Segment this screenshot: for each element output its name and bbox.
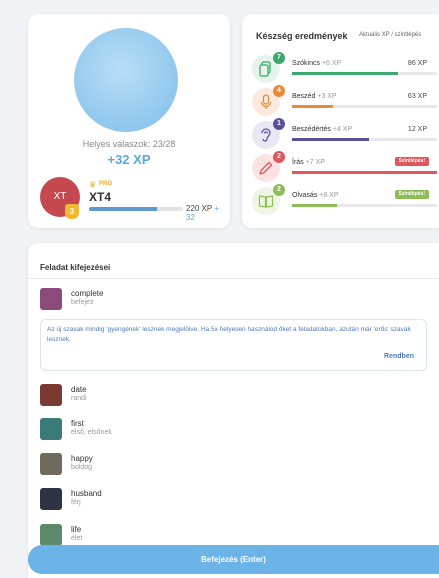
skill-progress-fill [292, 105, 333, 108]
translation: férj [71, 499, 81, 506]
word-thumbnail [40, 384, 62, 406]
skill-progress-fill [292, 204, 337, 207]
skill-progress-bar [292, 138, 437, 141]
crown-icon: ♛ [89, 180, 97, 189]
translation: első, elsőnek [71, 429, 112, 436]
word: happy [71, 454, 93, 463]
skill-value: 86 XP [407, 60, 427, 67]
xp-total: 220 XP + 32 [186, 204, 230, 222]
list-item[interactable]: first első, elsőnek [40, 418, 420, 444]
skill-label: Írás [292, 159, 304, 166]
xp-gain: +32 XP [107, 152, 151, 167]
skill-row-writing: 2 Írás +7 XP Szintlépés! [252, 151, 439, 186]
skill-progress-bar [292, 72, 437, 75]
skill-progress-fill [292, 72, 398, 75]
skill-level-badge: 4 [273, 85, 285, 97]
skills-subtitle: Aktuális XP / szintlépés [359, 32, 422, 38]
skill-progress-fill [292, 138, 369, 141]
username: XT4 [89, 190, 112, 204]
skill-level-badge: 1 [273, 118, 285, 130]
word: husband [71, 489, 102, 498]
pro-label: PRO [99, 181, 113, 187]
translation: élet [71, 535, 83, 542]
divider [28, 278, 439, 279]
skill-name: Olvasás +8 XP [292, 192, 339, 199]
word-thumbnail [40, 453, 62, 475]
result-card: Helyes válaszok: 23/28 +32 XP XT 3 ♛ PRO… [28, 14, 230, 228]
skill-value: 12 XP [407, 126, 427, 133]
word: life [71, 525, 82, 534]
skill-row-speaking: 4 Beszéd +3 XP 63 XP [252, 85, 439, 120]
notice-text: Az új szavak mindig 'gyengének' lesznek … [47, 326, 411, 343]
skill-level-badge: 2 [273, 151, 285, 163]
skill-progress-bar [292, 171, 437, 174]
skill-label: Beszédértés [292, 126, 331, 133]
skill-level-badge: 7 [273, 52, 285, 64]
info-notice: Az új szavak mindig 'gyengének' lesznek … [40, 319, 427, 371]
xp-progress-bar [89, 207, 183, 211]
skill-row-vocabulary: 7 Szókincs +6 XP 86 XP [252, 52, 439, 87]
finish-button[interactable]: Befejezés (Enter) [28, 545, 439, 574]
skill-level-badge: 2 [273, 184, 285, 196]
level-up-tag: Szintlépés! [394, 190, 429, 199]
skill-progress-bar [292, 105, 437, 108]
skill-name: Szókincs +6 XP [292, 60, 341, 67]
correct-answers-label: Helyes válaszok: 23/28 [82, 139, 176, 149]
xp-total-value: 220 XP [186, 204, 213, 213]
skill-label: Beszéd [292, 93, 316, 100]
list-item[interactable]: date randi [40, 384, 420, 410]
level-up-tag: Szintlépés! [394, 157, 429, 166]
translation: boldog [71, 464, 93, 471]
xp-progress-fill [89, 207, 157, 211]
translation: befejez [71, 299, 94, 306]
ok-button[interactable]: Rendben [384, 353, 414, 360]
skills-title: Készség eredmények [256, 31, 348, 41]
skill-xp: +3 XP [317, 93, 337, 100]
skill-label: Olvasás [292, 192, 318, 199]
skill-row-reading: 2 Olvasás +8 XP Szintlépés! [252, 184, 439, 219]
skill-xp: +7 XP [305, 159, 325, 166]
word: complete [71, 289, 104, 298]
word-thumbnail [40, 488, 62, 510]
skill-row-listening: 1 Beszédértés +4 XP 12 XP [252, 118, 439, 153]
skill-progress-bar [292, 204, 437, 207]
result-circle [74, 28, 178, 132]
translation: randi [71, 395, 87, 402]
skill-progress-fill [292, 171, 437, 174]
list-item[interactable]: happy boldog [40, 453, 420, 479]
expressions-card: Feladat kifejezései complete befejez Az … [28, 243, 439, 578]
word: first [71, 419, 84, 428]
skill-xp: +8 XP [319, 192, 339, 199]
word-thumbnail [40, 524, 62, 546]
word-thumbnail [40, 288, 62, 310]
expressions-title: Feladat kifejezései [40, 263, 111, 272]
skills-card: Készség eredmények Aktuális XP / szintlé… [242, 14, 439, 228]
skill-name: Beszéd +3 XP [292, 93, 337, 100]
list-item[interactable]: complete befejez [40, 288, 420, 314]
list-item[interactable]: husband férj [40, 488, 420, 514]
skill-name: Írás +7 XP [292, 159, 325, 166]
word: date [71, 385, 87, 394]
skill-value: 63 XP [407, 93, 427, 100]
level-badge: 3 [65, 204, 79, 219]
skill-label: Szókincs [292, 60, 321, 67]
skill-xp: +6 XP [321, 60, 342, 67]
skill-xp: +4 XP [332, 126, 353, 133]
skill-name: Beszédértés +4 XP [292, 126, 352, 133]
word-thumbnail [40, 418, 62, 440]
